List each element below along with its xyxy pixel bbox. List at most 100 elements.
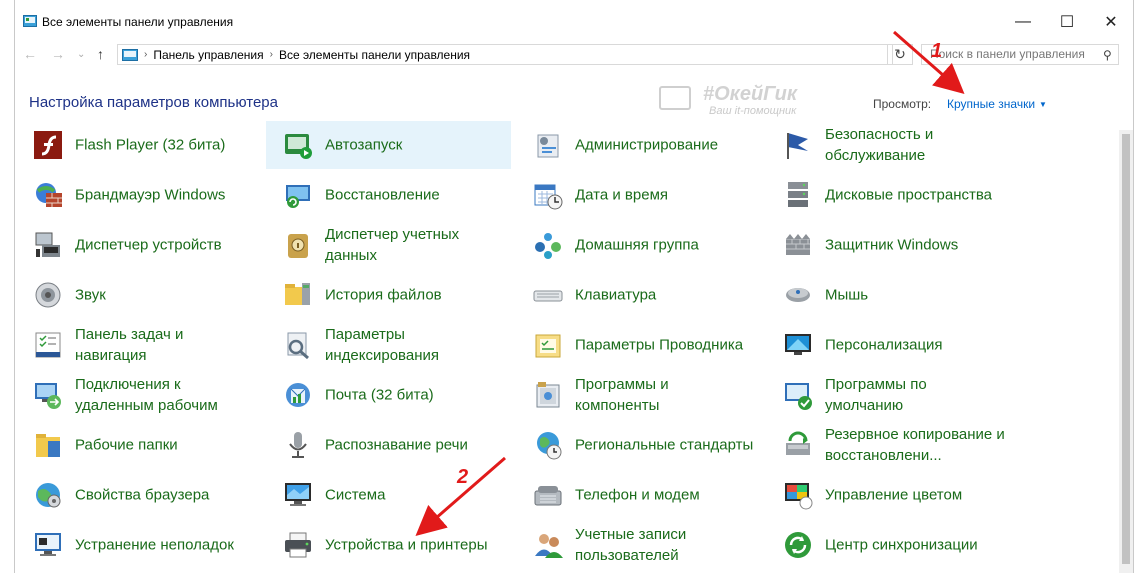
firewall-icon	[32, 179, 64, 211]
caret-down-icon: ▼	[1039, 100, 1047, 110]
control-panel-item[interactable]: Клавиатура	[516, 271, 761, 319]
control-panel-item[interactable]: Звук	[16, 271, 261, 319]
work-folders-icon	[32, 429, 64, 461]
item-label: Почта (32 бита)	[325, 386, 434, 404]
admin-tools-icon	[532, 129, 564, 161]
backup-icon	[782, 429, 814, 461]
control-panel-item[interactable]: Персонализация	[766, 321, 1011, 369]
control-panel-item[interactable]: Восстановление	[266, 171, 511, 219]
item-label: Телефон и модем	[575, 486, 700, 504]
annotation-number-2: 2	[457, 466, 469, 488]
item-label: Автозапуск	[325, 136, 403, 154]
item-label: Дисковые пространства	[825, 186, 993, 204]
control-panel-item[interactable]: Учетные записи пользователей	[516, 521, 761, 569]
breadcrumb-all-items[interactable]: Все элементы панели управления	[279, 48, 470, 62]
item-label: Устройства и принтеры	[325, 536, 488, 554]
item-label: Диспетчер учетных данных	[325, 226, 460, 264]
folder-options-icon	[532, 329, 564, 361]
control-panel-item[interactable]: Распознавание речи	[266, 421, 511, 469]
control-panel-item[interactable]: Домашняя группа	[516, 221, 761, 269]
credential-icon	[282, 229, 314, 261]
search-icon[interactable]: ⚲	[1103, 48, 1112, 62]
control-panel-item[interactable]: Мышь	[766, 271, 1011, 319]
chevron-right-icon: ›	[269, 49, 273, 60]
annotation-number-1: 1	[931, 40, 943, 62]
recovery-icon	[282, 179, 314, 211]
item-label: Администрирование	[575, 136, 719, 154]
address-bar[interactable]: › Панель управления › Все элементы панел…	[117, 44, 893, 65]
autoplay-icon	[282, 129, 314, 161]
defender-icon	[782, 229, 814, 261]
breadcrumb-control-panel[interactable]: Панель управления	[153, 48, 263, 62]
control-panel-item[interactable]: Управление цветом	[766, 471, 1011, 519]
control-panel-item[interactable]: Телефон и модем	[516, 471, 761, 519]
item-label: Flash Player (32 бита)	[75, 136, 226, 154]
control-panel-item[interactable]: Панель задач и навигация	[16, 321, 261, 369]
chevron-right-icon: ›	[144, 49, 148, 60]
printer-icon	[282, 529, 314, 561]
default-programs-icon	[782, 379, 814, 411]
control-panel-item[interactable]: Устранение неполадок	[16, 521, 261, 569]
control-panel-item[interactable]: Брандмауэр Windows	[16, 171, 261, 219]
control-panel-item[interactable]: Рабочие папки	[16, 421, 261, 469]
search-input[interactable]: Поиск в панели управления	[921, 44, 1119, 65]
item-label: Система	[325, 486, 386, 504]
control-panel-item[interactable]: Центр синхронизации	[766, 521, 1011, 569]
control-panel-item[interactable]: Защитник Windows	[766, 221, 1011, 269]
maximize-button[interactable]: ☐	[1047, 8, 1087, 36]
control-panel-item[interactable]: Программы и компоненты	[516, 371, 761, 419]
control-panel-item[interactable]: Региональные стандарты	[516, 421, 761, 469]
camera-logo-icon	[659, 86, 691, 110]
view-dropdown[interactable]: Крупные значки ▼	[947, 97, 1047, 111]
control-panel-item[interactable]: Безопасность и обслуживание	[766, 121, 1011, 169]
item-label: Свойства браузера	[75, 486, 210, 504]
internet-options-icon	[32, 479, 64, 511]
control-panel-item[interactable]: Программы по умолчанию	[766, 371, 1011, 419]
control-panel-item[interactable]: Диспетчер учетных данных	[266, 221, 511, 269]
control-panel-icon	[122, 48, 138, 61]
keyboard-icon	[532, 279, 564, 311]
control-panel-item[interactable]: Администрирование	[516, 121, 761, 169]
control-panel-item[interactable]: История файлов	[266, 271, 511, 319]
control-panel-item[interactable]: Flash Player (32 бита)	[16, 121, 261, 169]
flash-icon	[32, 129, 64, 161]
control-panel-item[interactable]: Подключения к удаленным рабочим	[16, 371, 261, 419]
view-label: Просмотр:	[873, 97, 932, 111]
item-label: Программы и компоненты	[575, 376, 669, 414]
control-panel-item[interactable]: Параметры индексирования	[266, 321, 511, 369]
control-panel-item[interactable]: Дата и время	[516, 171, 761, 219]
control-panel-item[interactable]: Дисковые пространства	[766, 171, 1011, 219]
up-button[interactable]: ↑	[97, 46, 104, 62]
personalization-icon	[782, 329, 814, 361]
control-panel-item[interactable]: Почта (32 бита)	[266, 371, 511, 419]
control-panel-item[interactable]: Автозапуск	[266, 121, 511, 169]
calendar-icon	[532, 179, 564, 211]
item-label: Дата и время	[575, 186, 669, 204]
control-panel-item[interactable]: Система	[266, 471, 511, 519]
window-title: Все элементы панели управления	[42, 15, 234, 29]
minimize-button[interactable]: —	[1003, 8, 1043, 36]
control-panel-item[interactable]: Свойства браузера	[16, 471, 261, 519]
mail-icon	[282, 379, 314, 411]
control-panel-item[interactable]: Устройства и принтеры	[266, 521, 511, 569]
control-panel-item[interactable]: Резервное копирование и восстановлени...	[766, 421, 1011, 469]
item-label: Устранение неполадок	[75, 536, 234, 554]
item-label: Программы по умолчанию	[825, 376, 927, 414]
indexing-icon	[282, 329, 314, 361]
item-label: Резервное копирование и восстановлени...	[825, 426, 1005, 464]
back-button[interactable]: ←	[23, 46, 37, 62]
item-label: Восстановление	[325, 186, 440, 204]
refresh-button[interactable]: ↻	[887, 44, 913, 65]
item-label: Учетные записи пользователей	[575, 526, 687, 564]
recent-dropdown-icon[interactable]: ⌄	[77, 49, 85, 60]
speaker-icon	[32, 279, 64, 311]
forward-button[interactable]: →	[51, 46, 65, 62]
item-label: Параметры Проводника	[575, 336, 744, 354]
control-panel-item[interactable]: Параметры Проводника	[516, 321, 761, 369]
scrollbar-thumb[interactable]	[1122, 134, 1130, 564]
control-panel-item[interactable]: Диспетчер устройств	[16, 221, 261, 269]
region-icon	[532, 429, 564, 461]
vertical-scrollbar[interactable]	[1119, 130, 1133, 573]
address-row: ← → ⌄ ↑ › Панель управления › Все элемен…	[15, 42, 1133, 68]
close-button[interactable]: ✕	[1091, 8, 1131, 36]
